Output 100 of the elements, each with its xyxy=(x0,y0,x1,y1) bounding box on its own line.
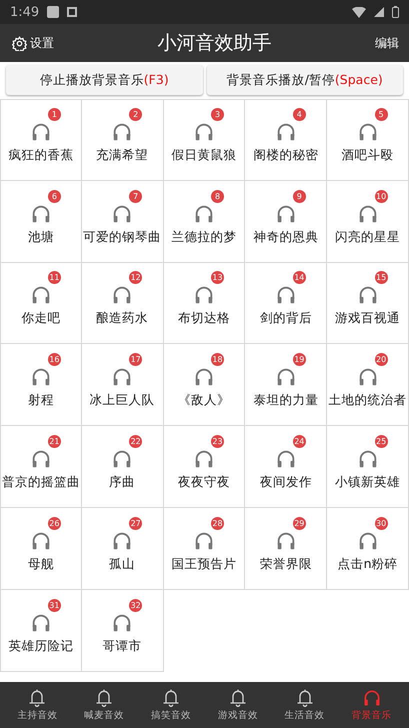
sound-name: 序曲 xyxy=(109,474,136,492)
number-badge: 7 xyxy=(129,190,142,203)
headphones-icon xyxy=(356,284,379,306)
number-badge: 31 xyxy=(48,598,61,612)
bell-icon xyxy=(27,688,48,708)
notification-icon xyxy=(67,7,78,17)
sound-tile[interactable]: 19 泰坦的力量 xyxy=(245,344,328,426)
wifi-icon xyxy=(352,6,366,18)
sound-name: 射程 xyxy=(28,392,54,410)
sound-tile[interactable]: 29 荣誉界限 xyxy=(245,508,328,590)
sound-tile[interactable]: 17 冰上巨人队 xyxy=(82,344,164,426)
bell-icon xyxy=(228,688,248,708)
sound-name: 阁楼的秘密 xyxy=(253,147,318,164)
sound-tile[interactable]: 22 序曲 xyxy=(82,426,164,508)
number-badge: 26 xyxy=(48,516,61,530)
sound-tile[interactable]: 23 夜夜守夜 xyxy=(164,426,246,508)
number-badge: 14 xyxy=(292,271,306,284)
number-badge: 9 xyxy=(292,190,306,203)
sound-name: 兰德拉的梦 xyxy=(171,228,236,246)
number-badge: 22 xyxy=(129,435,142,448)
sound-tile[interactable]: 15 游戏百视通 xyxy=(327,262,409,344)
sound-name: 池塘 xyxy=(28,228,54,246)
edit-button[interactable]: 编辑 xyxy=(373,32,401,54)
sound-tile[interactable]: 6 池塘 xyxy=(0,180,82,263)
number-badge: 16 xyxy=(48,353,61,366)
number-badge: 21 xyxy=(48,435,61,448)
nav-tab[interactable]: 生活音效 xyxy=(271,682,338,728)
sound-name: 土地的统治者 xyxy=(328,392,407,410)
number-badge: 4 xyxy=(292,108,306,122)
sound-name: 疯狂的香蕉 xyxy=(8,147,74,164)
sound-name: 酿造药水 xyxy=(96,310,148,328)
headphones-icon xyxy=(274,121,297,144)
sound-tile[interactable]: 7 可爱的钢琴曲 xyxy=(82,180,164,263)
bell-icon xyxy=(294,688,315,708)
number-badge: 29 xyxy=(292,516,306,530)
sound-tile[interactable]: 25 小镇新英雄 xyxy=(327,426,409,508)
sound-tile[interactable]: 24 夜间发作 xyxy=(245,426,328,508)
headphones-icon xyxy=(362,688,382,708)
sound-tile[interactable]: 30 点击n粉碎 xyxy=(327,508,409,590)
number-badge: 24 xyxy=(292,435,306,448)
action-button[interactable]: 背景音乐播放/暂停(Space) xyxy=(206,65,403,95)
nav-tab[interactable]: 主持音效 xyxy=(4,682,71,728)
sound-name: 母舰 xyxy=(28,556,54,573)
nav-tab[interactable]: 搞笑音效 xyxy=(138,682,204,728)
headphones-icon xyxy=(111,121,134,144)
headphones-icon xyxy=(30,121,52,144)
sound-name: 可爱的钢琴曲 xyxy=(83,228,162,246)
sound-tile[interactable]: 31 英雄历险记 xyxy=(0,590,82,672)
sound-tile[interactable]: 26 母舰 xyxy=(0,508,82,590)
nav-tab[interactable]: 喊麦音效 xyxy=(70,682,138,728)
sound-tile[interactable]: 16 射程 xyxy=(0,344,82,426)
sound-tile[interactable]: 32 哥谭市 xyxy=(82,590,164,672)
sound-name: 泰坦的力量 xyxy=(253,392,318,410)
number-badge: 27 xyxy=(129,516,142,530)
number-badge: 20 xyxy=(374,353,388,366)
nav-tab[interactable]: 游戏音效 xyxy=(204,682,272,728)
number-badge: 32 xyxy=(129,598,142,612)
sound-name: 你走吧 xyxy=(21,310,60,328)
headphones-icon xyxy=(356,448,379,470)
battery-icon xyxy=(392,6,399,18)
sound-tile[interactable]: 13 布切达格 xyxy=(164,262,246,344)
sound-name: 《敌人》 xyxy=(178,392,230,410)
headphones-icon xyxy=(274,284,297,306)
sound-tile[interactable]: 28 国王预告片 xyxy=(164,508,246,590)
headphones-icon xyxy=(274,366,297,388)
headphones-icon xyxy=(192,121,215,144)
sound-tile[interactable]: 27 孤山 xyxy=(82,508,164,590)
sound-tile[interactable]: 8 兰德拉的梦 xyxy=(164,180,246,263)
sound-name: 夜间发作 xyxy=(260,474,312,492)
number-badge: 8 xyxy=(210,190,224,203)
sound-tile[interactable]: 11 你走吧 xyxy=(0,262,82,344)
sound-tile[interactable]: 18 《敌人》 xyxy=(164,344,246,426)
sound-tile[interactable]: 2 充满希望 xyxy=(82,99,164,181)
sound-tile[interactable]: 12 酿造药水 xyxy=(82,262,164,344)
headphones-icon xyxy=(274,448,297,470)
sound-name: 布切达格 xyxy=(178,310,230,328)
sound-tile[interactable]: 4 阁楼的秘密 xyxy=(245,99,328,181)
settings-button[interactable]: 设置 xyxy=(10,32,56,54)
number-badge: 11 xyxy=(48,271,61,284)
sound-tile[interactable]: 5 酒吧斗殴 xyxy=(327,99,409,181)
number-badge: 12 xyxy=(129,271,142,284)
number-badge: 3 xyxy=(210,108,224,122)
sound-tile[interactable]: 10 闪亮的星星 xyxy=(327,180,409,263)
sound-name: 普京的摇篮曲 xyxy=(2,474,80,492)
notification-icon xyxy=(47,6,60,18)
sound-tile[interactable]: 20 土地的统治者 xyxy=(327,344,409,426)
sound-tile[interactable]: 1 疯狂的香蕉 xyxy=(0,99,82,181)
headphones-icon xyxy=(192,284,215,306)
action-button[interactable]: 停止播放背景音乐(F3) xyxy=(6,65,202,95)
sound-tile[interactable]: 14 剑的背后 xyxy=(245,262,328,344)
sound-name: 闪亮的星星 xyxy=(335,228,400,246)
sound-name: 小镇新英雄 xyxy=(335,474,400,492)
sound-name: 国王预告片 xyxy=(171,556,236,573)
sound-tile[interactable]: 9 神奇的恩典 xyxy=(245,180,328,263)
sound-tile[interactable]: 21 普京的摇篮曲 xyxy=(0,426,82,508)
sound-tile[interactable]: 3 假日黄鼠狼 xyxy=(164,99,246,181)
app-title: 小河音效助手 xyxy=(156,31,272,56)
headphones-icon xyxy=(356,121,379,144)
number-badge: 2 xyxy=(129,108,142,122)
number-badge: 23 xyxy=(210,435,224,448)
